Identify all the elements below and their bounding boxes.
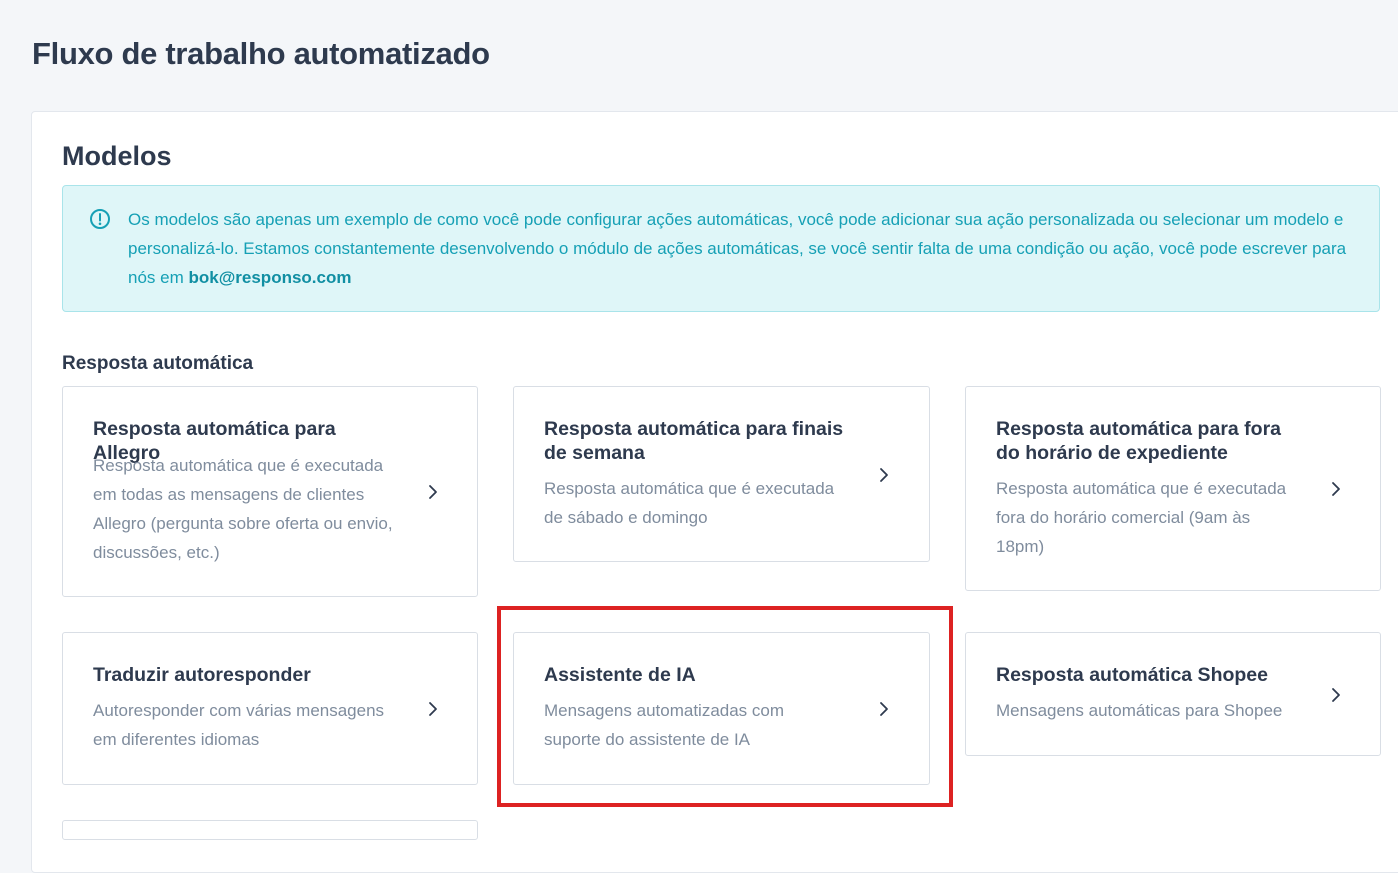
chevron-right-icon — [429, 485, 437, 499]
group-label-auto-response: Resposta automática — [62, 353, 254, 374]
template-card-translate[interactable]: Traduzir autoresponder Autoresponder com… — [62, 632, 478, 785]
card-description: Resposta automática que é executada de s… — [544, 479, 835, 527]
chevron-right-icon — [1332, 482, 1340, 496]
card-title: Assistente de IA — [544, 664, 696, 686]
chevron-right-icon — [880, 468, 888, 482]
template-card-allegro[interactable]: Resposta automática para Allegro Respost… — [62, 386, 478, 597]
templates-info-alert: Os modelos são apenas um exemplo de como… — [62, 185, 1380, 312]
page-title: Fluxo de trabalho automatizado — [32, 36, 490, 71]
card-description: Mensagens automáticas para Shopee — [996, 701, 1283, 720]
card-description: Mensagens automatizadas com suporte do a… — [544, 701, 785, 749]
card-title: Resposta automática Shopee — [996, 664, 1268, 686]
template-card-shopee[interactable]: Resposta automática Shopee Mensagens aut… — [965, 632, 1381, 756]
chevron-right-icon — [880, 702, 888, 716]
card-description: Resposta automática que é executada em t… — [93, 456, 393, 562]
card-title: Resposta automática para finais de seman… — [544, 418, 844, 464]
template-card-after-hours[interactable]: Resposta automática para fora do horário… — [965, 386, 1381, 591]
card-description: Resposta automática que é executada fora… — [996, 479, 1287, 556]
template-card-weekends[interactable]: Resposta automática para finais de seman… — [513, 386, 930, 562]
info-message: Os modelos são apenas um exemplo de como… — [128, 205, 1363, 292]
info-circle-icon — [90, 209, 110, 229]
templates-title: Modelos — [62, 141, 172, 171]
template-card-ai-assistant[interactable]: Assistente de IA Mensagens automatizadas… — [513, 632, 930, 785]
card-description: Autoresponder com várias mensagens em di… — [93, 701, 385, 749]
chevron-right-icon — [429, 702, 437, 716]
chevron-right-icon — [1332, 688, 1340, 702]
card-title: Resposta automática para fora do horário… — [996, 418, 1282, 464]
template-card-partial[interactable] — [62, 820, 478, 840]
support-email-link[interactable]: bok@responso.com — [188, 268, 351, 287]
card-title: Traduzir autoresponder — [93, 664, 311, 686]
